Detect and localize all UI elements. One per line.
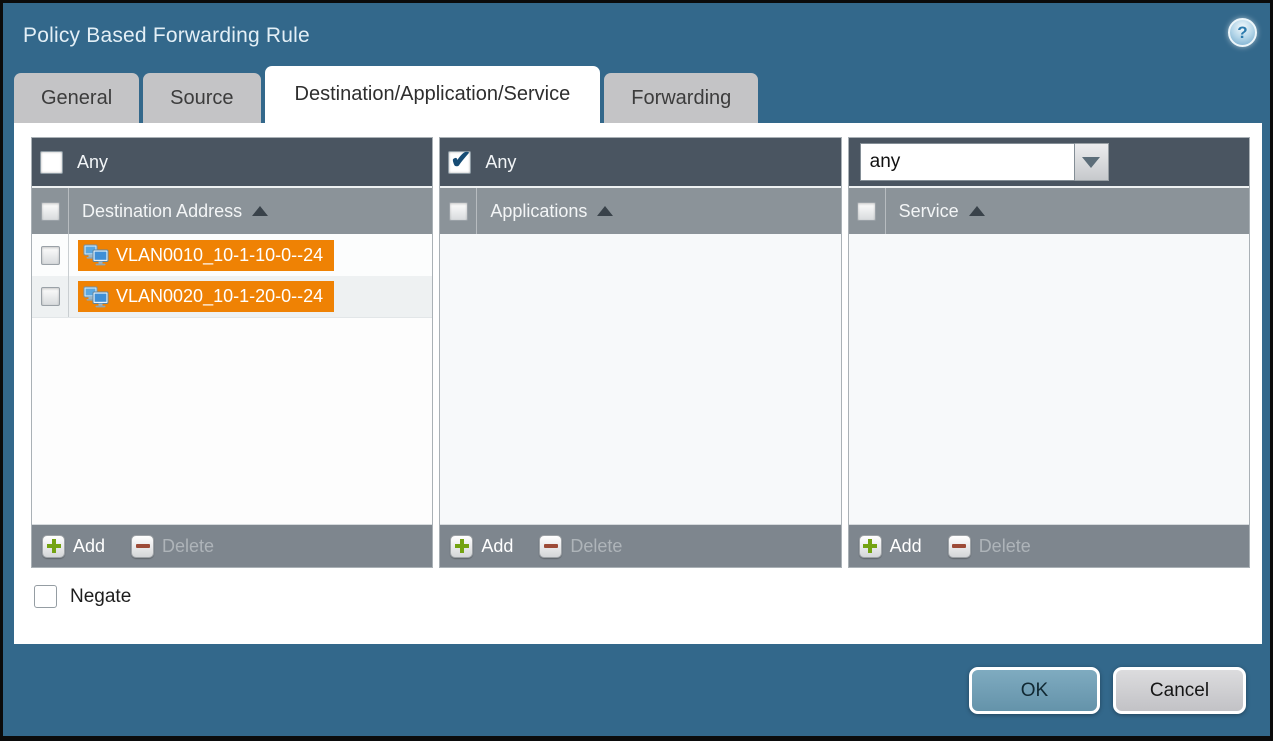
- address-object-chip[interactable]: VLAN0010_10-1-10-0--24: [78, 240, 334, 271]
- address-object-chip[interactable]: VLAN0020_10-1-20-0--24: [78, 281, 334, 312]
- address-object-label: VLAN0010_10-1-10-0--24: [116, 245, 323, 266]
- plus-icon: [42, 535, 65, 558]
- destination-address-panel: Any Destination Address: [31, 137, 433, 568]
- delete-button-label: Delete: [979, 536, 1031, 557]
- help-icon[interactable]: ?: [1228, 18, 1257, 47]
- network-icon: [83, 285, 109, 309]
- tab-label: Forwarding: [631, 87, 731, 110]
- delete-button-label: Delete: [570, 536, 622, 557]
- applications-list: [440, 234, 840, 524]
- service-select-all-checkbox[interactable]: [857, 202, 876, 221]
- applications-column-header[interactable]: Applications: [440, 186, 840, 234]
- destination-any-label: Any: [77, 152, 108, 173]
- table-row[interactable]: VLAN0010_10-1-10-0--24: [32, 234, 432, 276]
- destination-footer: Add Delete: [32, 524, 432, 567]
- service-column-header[interactable]: Service: [849, 186, 1249, 234]
- destination-row-2-checkbox[interactable]: [41, 287, 60, 306]
- sort-ascending-icon: [969, 206, 985, 216]
- service-dropdown-row: any: [849, 138, 1249, 186]
- applications-footer: Add Delete: [440, 524, 840, 567]
- applications-delete-button[interactable]: Delete: [539, 535, 622, 558]
- table-row[interactable]: VLAN0020_10-1-20-0--24: [32, 276, 432, 318]
- dialog-title: Policy Based Forwarding Rule: [23, 24, 310, 48]
- policy-based-forwarding-dialog: Policy Based Forwarding Rule ? General S…: [0, 0, 1273, 741]
- service-dropdown[interactable]: any: [860, 143, 1109, 181]
- tab-bar: General Source Destination/Application/S…: [14, 66, 758, 123]
- delete-button-label: Delete: [162, 536, 214, 557]
- service-add-button[interactable]: Add: [859, 535, 922, 558]
- minus-icon: [539, 535, 562, 558]
- network-icon: [83, 243, 109, 267]
- plus-icon: [450, 535, 473, 558]
- destination-delete-button[interactable]: Delete: [131, 535, 214, 558]
- add-button-label: Add: [73, 536, 105, 557]
- applications-panel: Any Applications Add: [439, 137, 841, 568]
- ok-button[interactable]: OK: [969, 667, 1100, 714]
- cancel-button[interactable]: Cancel: [1113, 667, 1246, 714]
- negate-checkbox[interactable]: [34, 585, 57, 608]
- row-checkbox-cell: [32, 234, 69, 276]
- service-header-label: Service: [899, 201, 959, 222]
- plus-icon: [859, 535, 882, 558]
- add-button-label: Add: [481, 536, 513, 557]
- down-triangle: [1082, 157, 1100, 168]
- negate-row: Negate: [34, 585, 1262, 608]
- destination-list: VLAN0010_10-1-10-0--24: [32, 234, 432, 524]
- applications-any-label: Any: [485, 152, 516, 173]
- header-checkbox-cell: [32, 188, 69, 234]
- tab-label: General: [41, 87, 112, 110]
- applications-any-row: Any: [440, 138, 840, 186]
- header-checkbox-cell: [440, 188, 477, 234]
- destination-any-checkbox[interactable]: [40, 151, 63, 174]
- sort-ascending-icon: [597, 206, 613, 216]
- sort-ascending-icon: [252, 206, 268, 216]
- address-object-label: VLAN0020_10-1-20-0--24: [116, 286, 323, 307]
- tab-label: Destination/Application/Service: [295, 83, 571, 106]
- applications-add-button[interactable]: Add: [450, 535, 513, 558]
- tab-source[interactable]: Source: [143, 73, 260, 123]
- tab-general[interactable]: General: [14, 73, 139, 123]
- row-checkbox-cell: [32, 276, 69, 317]
- dialog-footer: OK Cancel: [969, 667, 1246, 714]
- minus-icon: [131, 535, 154, 558]
- minus-icon: [948, 535, 971, 558]
- applications-any-checkbox[interactable]: [448, 151, 471, 174]
- service-dropdown-value[interactable]: any: [860, 143, 1075, 181]
- header-checkbox-cell: [849, 188, 886, 234]
- service-list: [849, 234, 1249, 524]
- destination-select-all-checkbox[interactable]: [41, 202, 60, 221]
- tab-forwarding[interactable]: Forwarding: [604, 73, 758, 123]
- applications-header-label: Applications: [490, 201, 587, 222]
- destination-row-1-checkbox[interactable]: [41, 246, 60, 265]
- tab-content: Any Destination Address: [14, 123, 1262, 644]
- chevron-down-icon[interactable]: [1075, 143, 1109, 181]
- add-button-label: Add: [890, 536, 922, 557]
- destination-header-label: Destination Address: [82, 201, 242, 222]
- destination-any-row: Any: [32, 138, 432, 186]
- service-panel: any Service: [848, 137, 1250, 568]
- columns-container: Any Destination Address: [14, 123, 1262, 568]
- applications-select-all-checkbox[interactable]: [449, 202, 468, 221]
- tab-destination-application-service[interactable]: Destination/Application/Service: [265, 66, 601, 123]
- destination-column-header[interactable]: Destination Address: [32, 186, 432, 234]
- destination-add-button[interactable]: Add: [42, 535, 105, 558]
- service-footer: Add Delete: [849, 524, 1249, 567]
- service-delete-button[interactable]: Delete: [948, 535, 1031, 558]
- tab-label: Source: [170, 87, 233, 110]
- help-glyph: ?: [1237, 23, 1247, 43]
- negate-label: Negate: [70, 586, 131, 608]
